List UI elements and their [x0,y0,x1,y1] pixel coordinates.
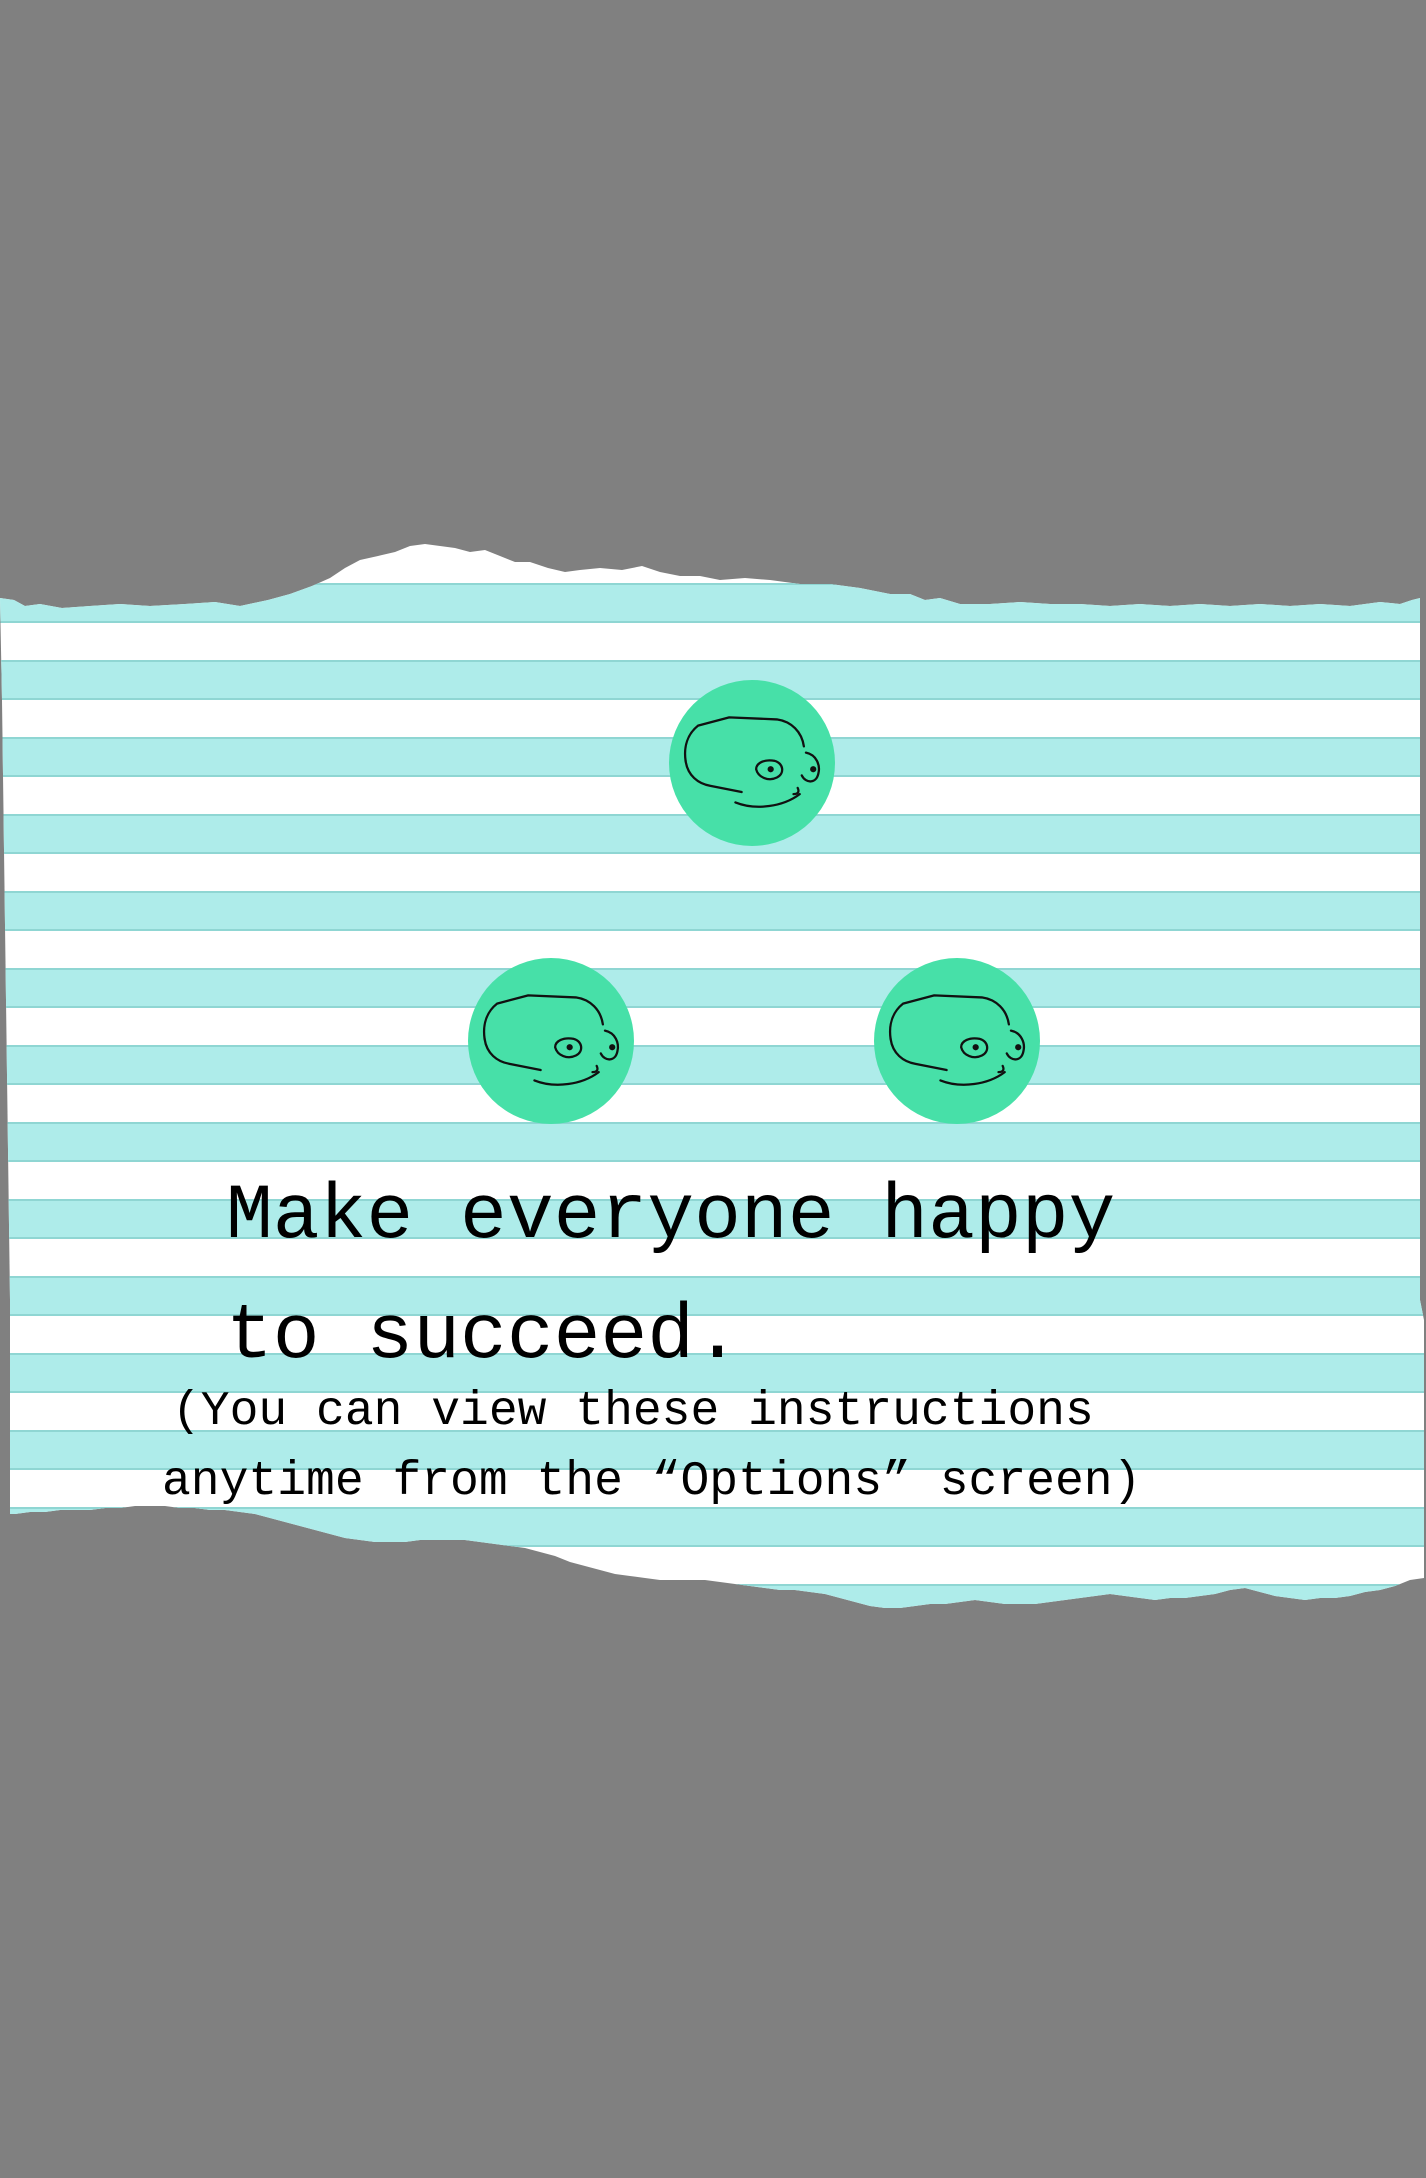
happy-face-icon [874,958,1040,1124]
paper-stripe [0,1507,1424,1547]
paper-stripe [0,1122,1424,1162]
paper-stripe [0,968,1424,1008]
happy-face-icon [669,680,835,846]
torn-paper-card [0,544,1424,1608]
instruction-headline: Make everyone happy [226,1173,1116,1261]
paper-stripe [0,1045,1424,1085]
instruction-note: anytime from the “Options” screen) [162,1455,1142,1509]
instructions-screen: Make everyone happy to succeed. (You can… [0,0,1426,2178]
paper-stripe [0,1584,1424,1608]
instruction-note: (You can view these instructions [172,1385,1094,1439]
instruction-headline: to succeed. [226,1293,741,1381]
happy-face-icon [468,958,634,1124]
paper-stripe [0,583,1424,623]
paper-stripe [0,891,1424,931]
